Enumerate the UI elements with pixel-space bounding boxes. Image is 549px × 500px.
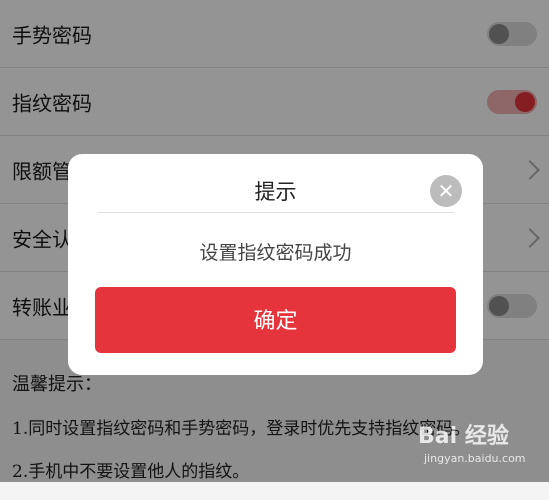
dialog-title: 提示 <box>254 180 297 204</box>
dialog-divider <box>98 212 454 213</box>
dialog-message: 设置指纹密码成功 <box>199 242 352 264</box>
watermark: Bai 经验 jingyan.baidu.com <box>418 418 538 474</box>
success-dialog: 提示 ✕ 设置指纹密码成功 确定 <box>68 154 483 375</box>
close-icon[interactable]: ✕ <box>430 175 462 207</box>
watermark-url: jingyan.baidu.com <box>424 452 526 465</box>
watermark-logo: Bai 经验 <box>418 424 509 449</box>
confirm-button[interactable]: 确定 <box>95 287 456 353</box>
